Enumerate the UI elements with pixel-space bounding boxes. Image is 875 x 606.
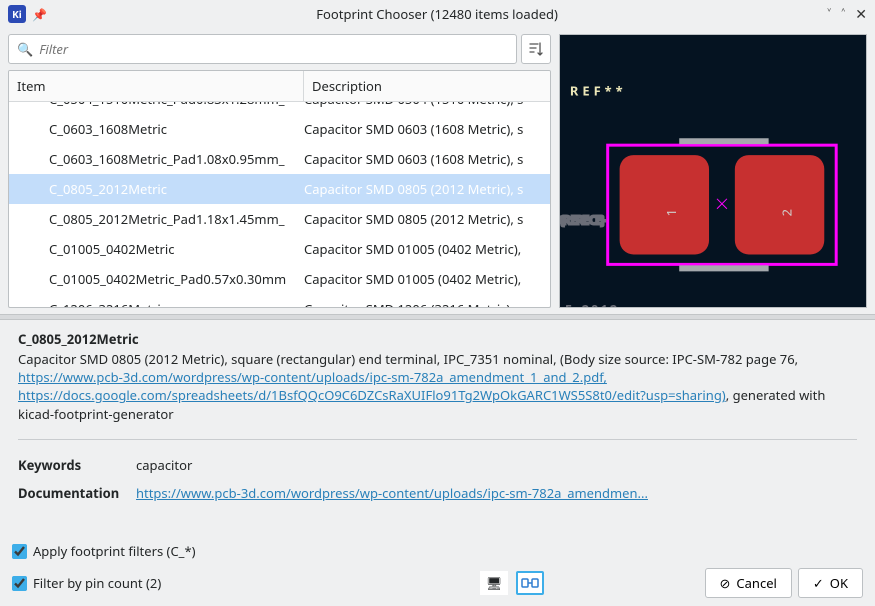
apply-filters-checkbox[interactable]: Apply footprint filters (C_*) — [12, 542, 863, 560]
details-divider — [18, 439, 857, 440]
table-row[interactable]: C_1206_3216MetricCapacitor SMD 1206 (321… — [9, 294, 550, 307]
list-body[interactable]: C_0504_1510Metric_Pad0.83x1.28mm_Capacit… — [9, 102, 550, 307]
table-row[interactable]: C_0504_1510Metric_Pad0.83x1.28mm_Capacit… — [9, 102, 550, 114]
preview-pad2-label: 2 — [777, 209, 795, 216]
view-footprint-button[interactable] — [516, 571, 544, 595]
header-description[interactable]: Description — [304, 71, 550, 101]
filter-pincount-checkbox[interactable]: Filter by pin count (2) — [12, 574, 161, 592]
preview-ref-text: REF** — [570, 81, 627, 99]
pin-icon[interactable]: 📌 — [32, 6, 47, 23]
sort-button[interactable] — [521, 34, 551, 64]
documentation-link[interactable]: https://www.pcb-3d.com/wordpress/wp-cont… — [136, 484, 648, 502]
row-item: C_01005_0402Metric_Pad0.57x0.30mm — [9, 270, 304, 288]
ok-icon: ✓ — [813, 574, 824, 592]
search-icon: 🔍 — [17, 40, 33, 58]
table-row[interactable]: C_0603_1608MetricCapacitor SMD 0603 (160… — [9, 114, 550, 144]
filter-pincount-check[interactable] — [12, 576, 27, 591]
row-item: C_0805_2012Metric — [9, 180, 304, 198]
row-description: Capacitor SMD 0805 (2012 Metric), s — [304, 180, 550, 198]
preview-pad1-label: 1 — [662, 209, 680, 216]
keywords-label: Keywords — [18, 456, 136, 474]
close-icon[interactable]: ✕ — [855, 5, 867, 24]
row-item: C_0603_1608Metric — [9, 120, 304, 138]
details-panel: C_0805_2012Metric Capacitor SMD 0805 (20… — [0, 320, 875, 538]
row-description: Capacitor SMD 1206 (3216 Metric), s — [304, 300, 550, 307]
table-row[interactable]: C_0603_1608Metric_Pad1.08x0.95mm_Capacit… — [9, 144, 550, 174]
maximize-icon[interactable]: ˄ — [841, 5, 845, 24]
selected-footprint-name: C_0805_2012Metric — [18, 330, 857, 348]
row-item: C_01005_0402Metric — [9, 240, 304, 258]
table-row[interactable]: C_01005_0402Metric_Pad0.57x0.30mmCapacit… — [9, 264, 550, 294]
row-description: Capacitor SMD 0805 (2012 Metric), s — [304, 210, 550, 228]
preview-reference-text: ${R ERE CE} — [560, 211, 605, 229]
footprint-preview[interactable]: REF** ${R ERE CE} 5_2012 1 2 — [559, 34, 867, 308]
row-description: Capacitor SMD 0603 (1608 Metric), s — [304, 120, 550, 138]
row-description: Capacitor SMD 0504 (1510 Metric), s — [304, 102, 550, 108]
preview-pad2 — [735, 155, 824, 254]
view-3d-button[interactable]: 🖥 — [480, 571, 508, 595]
row-item: C_0603_1608Metric_Pad1.08x0.95mm_ — [9, 150, 304, 168]
table-row[interactable]: C_0805_2012Metric_Pad1.18x1.45mm_Capacit… — [9, 204, 550, 234]
footprint-list: Item Description C_0504_1510Metric_Pad0.… — [8, 70, 551, 308]
cancel-icon: ⊘ — [720, 574, 731, 592]
window-controls: ˅ ˄ ✕ — [827, 5, 867, 24]
table-row[interactable]: C_0805_2012MetricCapacitor SMD 0805 (201… — [9, 174, 550, 204]
sort-icon — [528, 41, 544, 57]
filter-pincount-label: Filter by pin count (2) — [33, 574, 161, 592]
keywords-value: capacitor — [136, 456, 857, 474]
minimize-icon[interactable]: ˅ — [827, 5, 831, 24]
apply-filters-label: Apply footprint filters (C_*) — [33, 542, 196, 560]
row-item: C_0805_2012Metric_Pad1.18x1.45mm_ — [9, 210, 304, 228]
table-row[interactable]: C_01005_0402MetricCapacitor SMD 01005 (0… — [9, 234, 550, 264]
monitor-icon: 🖥 — [486, 574, 503, 592]
row-item: C_1206_3216Metric — [9, 300, 304, 307]
window-title: Footprint Chooser (12480 items loaded) — [47, 5, 827, 23]
cancel-button[interactable]: ⊘ Cancel — [705, 568, 792, 598]
filter-input-wrap[interactable]: 🔍 — [8, 34, 517, 64]
apply-filters-check[interactable] — [12, 544, 27, 559]
documentation-label: Documentation — [18, 484, 136, 502]
row-item: C_0504_1510Metric_Pad0.83x1.28mm_ — [9, 102, 304, 108]
filter-input[interactable] — [39, 40, 508, 58]
selected-footprint-description: Capacitor SMD 0805 (2012 Metric), square… — [18, 350, 857, 423]
app-icon: Ki — [8, 5, 26, 23]
row-description: Capacitor SMD 01005 (0402 Metric), — [304, 240, 550, 258]
preview-bottom-text: 5_2012 — [565, 300, 619, 307]
ok-button[interactable]: ✓ OK — [798, 568, 863, 598]
preview-pad1 — [620, 155, 709, 254]
row-description: Capacitor SMD 0603 (1608 Metric), s — [304, 150, 550, 168]
header-item[interactable]: Item — [9, 71, 304, 101]
list-header: Item Description — [9, 71, 550, 102]
title-bar: Ki 📌 Footprint Chooser (12480 items load… — [0, 0, 875, 28]
description-link2[interactable]: https://docs.google.com/spreadsheets/d/1… — [18, 386, 726, 404]
row-description: Capacitor SMD 01005 (0402 Metric), — [304, 270, 550, 288]
footprint-icon — [521, 576, 539, 590]
description-link1[interactable]: https://www.pcb-3d.com/wordpress/wp-cont… — [18, 368, 607, 386]
